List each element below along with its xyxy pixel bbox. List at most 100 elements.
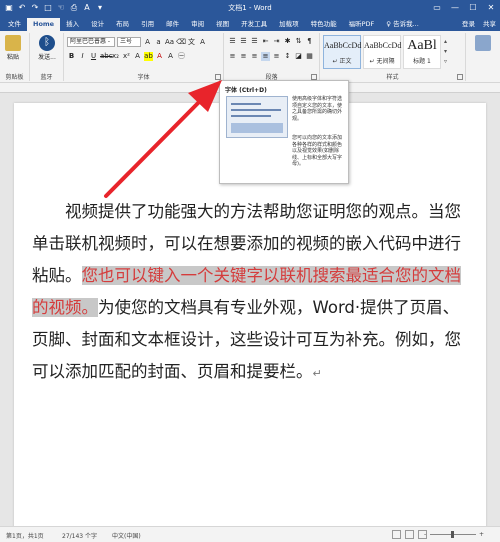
show-marks-icon[interactable]: ¶ — [305, 37, 314, 46]
find-icon — [475, 35, 491, 51]
editing-button[interactable] — [472, 35, 494, 69]
tab-developer[interactable]: 开发工具 — [235, 18, 273, 31]
page-count[interactable]: 第1页，共1页 — [6, 531, 44, 540]
tab-view[interactable]: 视图 — [210, 18, 235, 31]
shading-icon[interactable]: ◪ — [294, 52, 303, 61]
tab-features[interactable]: 特色功能 — [305, 18, 343, 31]
style-sample: AaBl — [407, 38, 437, 53]
multilevel-icon[interactable]: ☰ — [250, 37, 259, 46]
tab-mailings[interactable]: 邮件 — [160, 18, 185, 31]
superscript-icon[interactable]: x² — [122, 52, 131, 61]
style-heading-1[interactable]: AaBl 标题 1 — [403, 35, 441, 69]
zoom-in-button[interactable]: + — [479, 531, 484, 538]
char-shading-icon[interactable]: A — [166, 52, 175, 61]
align-right-icon[interactable]: ≡ — [250, 52, 259, 61]
zoom-slider-thumb[interactable] — [451, 531, 454, 538]
status-bar: 第1页，共1页 27/143 个字 中文(中国) - + — [0, 526, 500, 542]
align-left-icon[interactable]: ≡ — [228, 52, 237, 61]
font-size-box[interactable]: 三号 — [117, 37, 141, 47]
font-group: 阿里巴巴普惠 - 三号 A a Aa ⌫ 文 A B I U abc x₂ x²… — [64, 33, 224, 81]
distributed-icon[interactable]: ≡ — [272, 52, 281, 61]
style-sample: AaBbCcDd — [324, 41, 362, 50]
preview-box — [231, 123, 283, 133]
increase-indent-icon[interactable]: ⇥ — [272, 37, 281, 46]
account-area: 登录 共享 — [462, 18, 496, 28]
char-border-icon[interactable]: A — [198, 38, 207, 47]
highlight-icon[interactable]: ab — [144, 52, 153, 61]
style-no-spacing[interactable]: AaBbCcDd ↵ 无间隔 — [363, 35, 401, 69]
preview-line — [231, 103, 261, 105]
underline-icon[interactable]: U — [89, 52, 98, 61]
grow-font-icon[interactable]: A — [143, 38, 152, 47]
ribbon-options-icon[interactable]: ▭ — [428, 0, 446, 16]
preview-line — [231, 115, 271, 117]
tab-foxit-pdf[interactable]: 福昕PDF — [343, 18, 381, 31]
style-name: ↵ 无间隔 — [369, 58, 395, 65]
language[interactable]: 中文(中国) — [112, 531, 141, 540]
bold-icon[interactable]: B — [67, 52, 76, 61]
sort-icon[interactable]: ⇅ — [294, 37, 303, 46]
chinese-layout-icon[interactable]: ✱ — [283, 37, 292, 46]
tooltip-description-2: 您可以向您的文本添加各种各样的样式和颜色以及视觉效果(如删除线、上标和全部大写字… — [292, 135, 343, 167]
send-button[interactable]: ᛒ 发送... — [36, 35, 58, 69]
tab-file[interactable]: 文件 — [2, 18, 27, 31]
align-center-icon[interactable]: ≡ — [239, 52, 248, 61]
font-row-1: 阿里巴巴普惠 - 三号 A a Aa ⌫ 文 A — [67, 37, 207, 47]
tab-layout[interactable]: 布局 — [110, 18, 135, 31]
text-effects-icon[interactable]: A — [133, 52, 142, 61]
ribbon: 粘贴 剪贴板 ᛒ 发送... 蓝牙 阿里巴巴普惠 - 三号 A a Aa ⌫ 文… — [0, 31, 500, 83]
subscript-icon[interactable]: x₂ — [111, 52, 120, 61]
close-icon[interactable]: ✕ — [482, 0, 500, 16]
italic-icon[interactable]: I — [78, 52, 87, 61]
paste-label: 粘贴 — [6, 54, 19, 61]
body-paragraph[interactable]: 视频提供了功能强大的方法帮助您证明您的观点。当您单击联机视频时，可以在想要添加的… — [32, 196, 462, 390]
login-link[interactable]: 登录 — [462, 18, 475, 28]
font-color-icon[interactable]: A — [155, 52, 164, 61]
bullets-icon[interactable]: ☰ — [228, 37, 237, 46]
strikethrough-icon[interactable]: abc — [100, 52, 113, 61]
phonetic-icon[interactable]: 文 — [187, 38, 196, 47]
font-row-2: B I U abc x₂ x² A ab A A ㊀ — [67, 52, 186, 61]
font-dialog-preview-image — [226, 96, 288, 138]
editing-group — [466, 33, 500, 81]
bluetooth-group: ᛒ 发送... 蓝牙 — [30, 33, 64, 81]
tab-references[interactable]: 引用 — [135, 18, 160, 31]
clipboard-group: 粘贴 剪贴板 — [0, 33, 30, 81]
font-name-box[interactable]: 阿里巴巴普惠 - — [67, 37, 115, 47]
justify-icon[interactable]: ≡ — [261, 52, 270, 61]
styles-scroll[interactable]: ▴ ▾ ▿ — [444, 37, 452, 67]
styles-dialog-launcher[interactable] — [457, 74, 463, 80]
tooltip-description: 使用高级字体和字符选项自定义您的文本，使之具备您所需的确切外观。 — [292, 96, 343, 122]
tab-home[interactable]: Home — [27, 18, 61, 31]
word-count[interactable]: 27/143 个字 — [62, 531, 97, 540]
paragraph-mark: ↵ — [312, 367, 322, 380]
decrease-indent-icon[interactable]: ⇤ — [261, 37, 270, 46]
preview-line — [231, 109, 281, 111]
clear-format-icon[interactable]: ⌫ — [176, 38, 186, 47]
borders-icon[interactable]: ▦ — [305, 52, 314, 61]
clipboard-group-label: 剪贴板 — [5, 74, 24, 81]
style-normal[interactable]: AaBbCcDd ↵ 正文 — [323, 35, 361, 69]
tab-review[interactable]: 审阅 — [185, 18, 210, 31]
tab-design[interactable]: 设计 — [85, 18, 110, 31]
change-case-icon[interactable]: Aa — [165, 38, 174, 47]
zoom-out-button[interactable]: - — [424, 531, 426, 538]
bluetooth-icon: ᛒ — [39, 35, 55, 51]
minimize-icon[interactable]: — — [446, 0, 464, 16]
tab-insert[interactable]: 插入 — [60, 18, 85, 31]
enclose-char-icon[interactable]: ㊀ — [177, 52, 186, 61]
paste-button[interactable]: 粘贴 — [2, 35, 24, 69]
maximize-icon[interactable]: ☐ — [464, 0, 482, 16]
tab-addins[interactable]: 加载项 — [273, 18, 305, 31]
tab-tell-me[interactable]: ♀ 告诉我... — [380, 18, 425, 31]
paragraph-row-1: ☰ ☰ ☰ ⇤ ⇥ ✱ ⇅ ¶ — [228, 37, 314, 46]
print-layout-icon[interactable] — [405, 530, 414, 539]
numbering-icon[interactable]: ☰ — [239, 37, 248, 46]
word-window: ▣ ↶ ↷ □ ☜ ⎙ A ▾ 文档1 - Word ▭ — ☐ ✕ 文件 Ho… — [0, 0, 500, 542]
title-bar: ▣ ↶ ↷ □ ☜ ⎙ A ▾ 文档1 - Word ▭ — ☐ ✕ — [0, 0, 500, 16]
read-mode-icon[interactable] — [392, 530, 401, 539]
paste-icon — [5, 35, 21, 51]
shrink-font-icon[interactable]: a — [154, 38, 163, 47]
share-button[interactable]: 共享 — [483, 18, 496, 28]
line-spacing-icon[interactable]: ↕ — [283, 52, 292, 61]
